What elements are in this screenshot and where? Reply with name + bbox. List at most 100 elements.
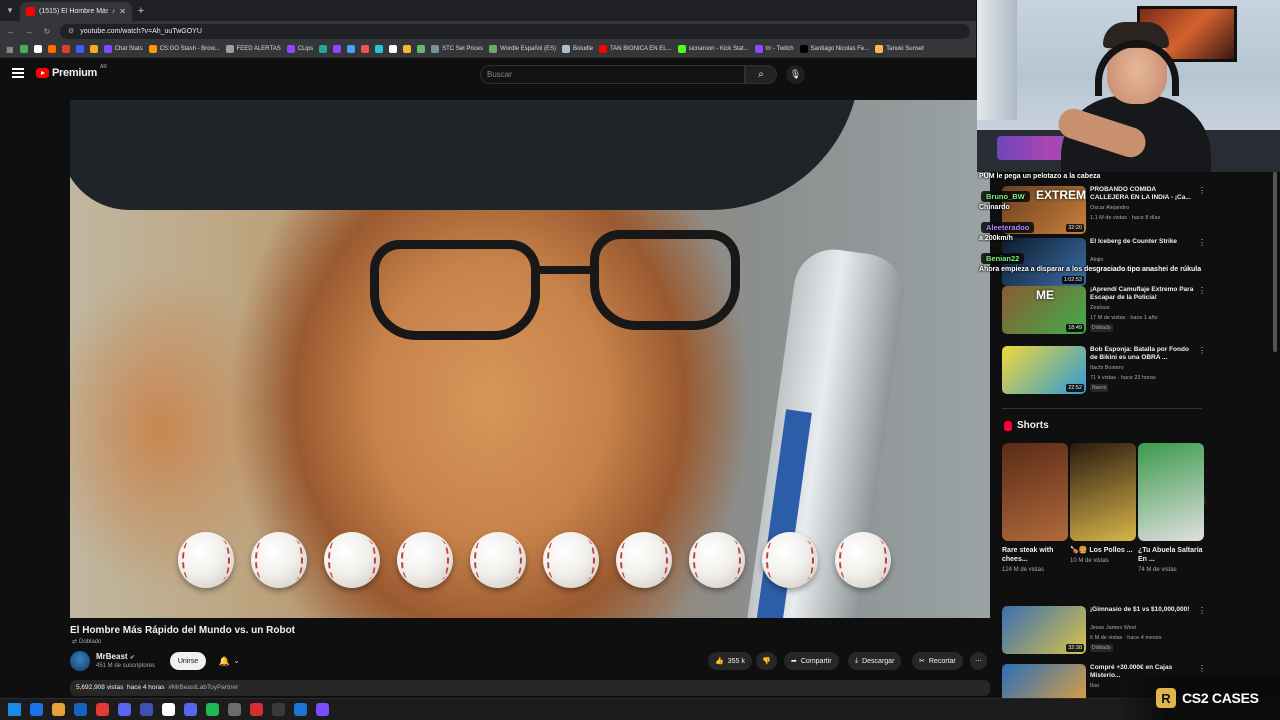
- search-button[interactable]: ⌕: [745, 65, 777, 84]
- join-button[interactable]: Unirse: [170, 652, 206, 670]
- tab-close-icon[interactable]: ✕: [119, 7, 126, 16]
- reload-icon[interactable]: ↻: [42, 27, 52, 36]
- taskbar-app-icon[interactable]: [206, 703, 219, 716]
- clip-button[interactable]: ✂ Recortar: [912, 652, 963, 670]
- bookmark-item[interactable]: [375, 45, 384, 53]
- new-tab-icon[interactable]: +: [132, 5, 150, 17]
- short-thumbnail[interactable]: [1002, 443, 1068, 541]
- bookmark-item[interactable]: [333, 45, 342, 53]
- taskbar-app-icon[interactable]: [96, 703, 109, 716]
- bookmark-item[interactable]: Chat Stats: [103, 45, 143, 53]
- recommendation-channel[interactable]: Zealous: [1090, 305, 1110, 311]
- bookmark-label: Santiago Nicolas Fe...: [810, 46, 870, 52]
- taskbar-app-icon[interactable]: [316, 703, 329, 716]
- bookmark-label: trr - Twitch: [765, 46, 794, 52]
- more-actions-button[interactable]: ⋯: [970, 652, 987, 670]
- bookmark-item[interactable]: [403, 45, 412, 53]
- taskbar-app-icon[interactable]: [162, 703, 175, 716]
- like-button[interactable]: 👍 355 k: [708, 652, 752, 670]
- clip-label: Recortar: [928, 657, 956, 665]
- recommendation-thumbnail[interactable]: ME 18:49: [1002, 286, 1086, 334]
- bookmark-item[interactable]: STC Set Prices: [431, 45, 483, 53]
- taskbar-app-icon[interactable]: [250, 703, 263, 716]
- more-options-icon[interactable]: ⋮: [1198, 346, 1206, 355]
- recommendation-channel[interactable]: Itachi Bostero: [1090, 365, 1124, 371]
- bookmark-item[interactable]: [33, 45, 42, 53]
- recommendation-channel[interactable]: Ibai: [1090, 683, 1099, 689]
- url-input[interactable]: ⚙ youtube.com/watch?v=Ah_uuTwGOYU: [60, 23, 970, 39]
- apps-icon[interactable]: ▦: [6, 45, 14, 54]
- bookmark-item[interactable]: Santiago Nicolas Fe...: [799, 45, 870, 53]
- tab-search-icon[interactable]: ▾: [0, 0, 20, 21]
- recommendation-thumbnail[interactable]: 22:52: [1002, 346, 1086, 394]
- bookmark-favicon-icon: [89, 45, 98, 53]
- youtube-premium-logo[interactable]: Premium AR: [36, 64, 107, 79]
- taskbar-app-icon[interactable]: [294, 703, 307, 716]
- baseball-icon: [835, 532, 891, 588]
- menu-icon[interactable]: [12, 68, 24, 78]
- recommendation-channel[interactable]: Jesse James West: [1090, 625, 1136, 631]
- bookmark-item[interactable]: [19, 45, 28, 53]
- bookmark-item[interactable]: [89, 45, 98, 53]
- bookmark-item[interactable]: [61, 45, 70, 53]
- share-button[interactable]: ➦ Compartir: [784, 652, 839, 670]
- channel-name[interactable]: MrBeast ✔: [96, 652, 135, 661]
- taskbar-app-icon[interactable]: [140, 703, 153, 716]
- more-options-icon[interactable]: ⋮: [1198, 664, 1206, 673]
- site-info-icon[interactable]: ⚙: [68, 27, 74, 35]
- chat-message: Ahora empieza a disparar a los desgracia…: [979, 266, 1202, 273]
- video-player[interactable]: [70, 100, 990, 618]
- bookmark-item[interactable]: [361, 45, 370, 53]
- bookmark-item[interactable]: Boludle: [562, 45, 593, 53]
- back-icon[interactable]: ←: [6, 27, 16, 36]
- recommendation-item[interactable]: 32:38 ¡Gimnasio de $1 vs $10,000,000! Jess…: [1002, 606, 1206, 654]
- bookmark-item[interactable]: FEED ALERTAS: [225, 45, 281, 53]
- thumbs-up-icon: 👍: [715, 658, 724, 665]
- short-card[interactable]: 🍗🍔 Los Pollos ... 10 M de vistas: [1070, 443, 1136, 565]
- taskbar-app-icon[interactable]: [272, 703, 285, 716]
- short-thumbnail[interactable]: [1070, 443, 1136, 541]
- bookmark-item[interactable]: [319, 45, 328, 53]
- taskbar-app-icon[interactable]: [228, 703, 241, 716]
- bookmark-favicon-icon: [599, 45, 608, 53]
- bookmark-item[interactable]: TAN BIONICA EN EL...: [599, 45, 672, 53]
- description-box[interactable]: 5,692,908 vistas hace 4 horas #MrBeastLa…: [70, 680, 990, 696]
- forward-icon[interactable]: →: [24, 27, 34, 36]
- bookmark-item[interactable]: [417, 45, 426, 53]
- recommendation-thumbnail[interactable]: 32:38: [1002, 606, 1086, 654]
- windows-start-icon[interactable]: [8, 703, 21, 716]
- taskbar-app-icon[interactable]: [52, 703, 65, 716]
- taskbar-app-icon[interactable]: [118, 703, 131, 716]
- hashtag-link[interactable]: #MrBeastLabToyPartner: [168, 684, 238, 691]
- search-input[interactable]: Buscar: [480, 65, 745, 84]
- bookmark-item[interactable]: CLips: [286, 45, 313, 53]
- recommendation-item[interactable]: ME 18:49 ¡Aprendí Camuflaje Extremo Para E…: [1002, 286, 1206, 334]
- bookmark-item[interactable]: [347, 45, 356, 53]
- taskbar-app-icon[interactable]: [30, 703, 43, 716]
- more-options-icon[interactable]: ⋮: [1198, 286, 1206, 295]
- bookmark-item[interactable]: Wordle Español (ES): [489, 45, 556, 53]
- short-card[interactable]: Rare steak with chees... 124 M de vistas: [1002, 443, 1068, 574]
- bookmark-item[interactable]: [389, 45, 398, 53]
- voice-search-button[interactable]: 🎙: [786, 65, 805, 84]
- recommendation-item[interactable]: 22:52 Bob Esponja: Batalla por Fondo de B…: [1002, 346, 1206, 394]
- channel-avatar[interactable]: [70, 651, 90, 671]
- short-thumbnail[interactable]: [1138, 443, 1204, 541]
- download-button[interactable]: ⤓ Descargar: [848, 652, 902, 670]
- video-frame-glasses-bridge: [532, 266, 596, 274]
- bookmark-item[interactable]: CS:GO Stash - Brow...: [148, 45, 220, 53]
- bookmark-item[interactable]: Tanuki Sunset: [875, 45, 924, 53]
- short-card[interactable]: ¿Tu Abuela Saltaría En ... 74 M de vistas: [1138, 443, 1204, 574]
- bookmark-item[interactable]: sicnaroon - Kick Stat...: [677, 45, 749, 53]
- more-options-icon[interactable]: ⋮: [1198, 606, 1206, 615]
- dislike-button[interactable]: 👎: [756, 652, 777, 670]
- notifications-button[interactable]: 🔔 ⌄: [214, 652, 244, 670]
- bookmark-item[interactable]: trr - Twitch: [754, 45, 794, 53]
- taskbar-app-icon[interactable]: [74, 703, 87, 716]
- bookmark-item[interactable]: [47, 45, 56, 53]
- bookmark-item[interactable]: [75, 45, 84, 53]
- tab-active[interactable]: (1515) El Hombre Más Rápi... ♪ ✕: [20, 2, 132, 21]
- bookmark-favicon-icon: [431, 45, 440, 53]
- chevron-down-icon: ⌄: [233, 658, 240, 665]
- taskbar-app-icon[interactable]: [184, 703, 197, 716]
